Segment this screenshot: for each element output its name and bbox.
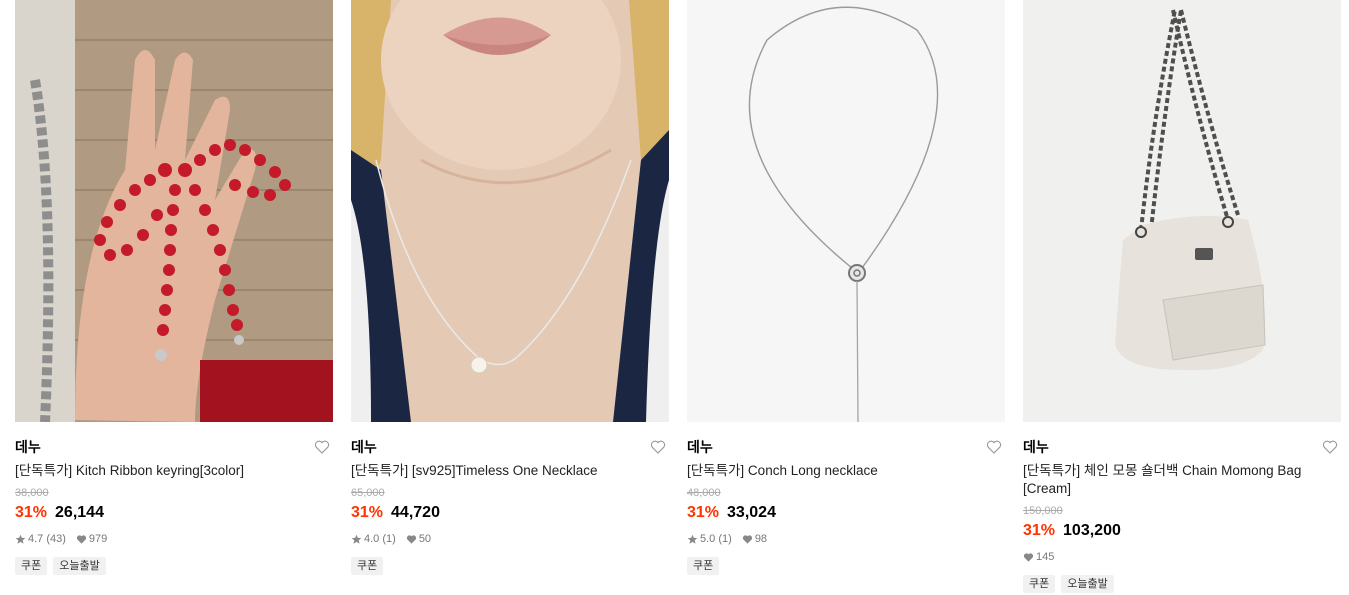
coupon-tag: 쿠폰 bbox=[15, 557, 48, 575]
like-count-heart-icon bbox=[406, 534, 417, 545]
sale-price: 103,200 bbox=[1063, 522, 1121, 539]
price-row: 31% 44,720 bbox=[351, 503, 669, 523]
product-card[interactable]: 데누 [단독특가] Kitch Ribbon keyring[3color] 3… bbox=[15, 0, 333, 575]
like-count-heart-icon bbox=[76, 534, 87, 545]
product-name[interactable]: [단독특가] Conch Long necklace bbox=[687, 462, 1005, 480]
rating-value: 4.7 bbox=[28, 533, 44, 545]
discount-rate: 31% bbox=[15, 504, 48, 521]
product-stats: 4.0 (1) 50 bbox=[351, 532, 669, 546]
brand-name[interactable]: 데누 bbox=[15, 439, 41, 455]
product-image[interactable] bbox=[1023, 0, 1341, 422]
review-count: (1) bbox=[382, 533, 396, 545]
product-stats: 4.7 (43) 979 bbox=[15, 532, 333, 546]
red-bead-ribbon-keyring-photo bbox=[15, 0, 333, 422]
coupon-tag: 쿠폰 bbox=[687, 557, 720, 575]
brand-name[interactable]: 데누 bbox=[1023, 439, 1049, 455]
tag-list: 쿠폰 오늘출발 bbox=[15, 557, 333, 575]
price-row: 31% 103,200 bbox=[1023, 521, 1341, 541]
like-count: 50 bbox=[418, 533, 432, 545]
product-stats: 145 bbox=[1023, 550, 1341, 564]
original-price: 65,000 bbox=[351, 487, 385, 499]
product-card[interactable]: 데누 [단독특가] 체인 모몽 숄더백 Chain Momong Bag [Cr… bbox=[1023, 0, 1341, 593]
original-price: 38,000 bbox=[15, 487, 49, 499]
like-count: 98 bbox=[754, 533, 768, 545]
like-count-heart-icon bbox=[742, 534, 753, 545]
price-row: 31% 33,024 bbox=[687, 503, 1005, 523]
silver-long-necklace-photo bbox=[687, 0, 1005, 422]
brand-name[interactable]: 데누 bbox=[351, 439, 377, 455]
review-count: (1) bbox=[718, 533, 732, 545]
cream-chain-shoulder-bag-photo bbox=[1023, 0, 1341, 422]
discount-rate: 31% bbox=[687, 504, 720, 521]
sale-price: 26,144 bbox=[55, 504, 104, 521]
rating-value: 5.0 bbox=[700, 533, 716, 545]
today-shipping-tag: 오늘출발 bbox=[1061, 575, 1114, 593]
product-name[interactable]: [단독특가] 체인 모몽 숄더백 Chain Momong Bag [Cream… bbox=[1023, 462, 1341, 498]
coupon-tag: 쿠폰 bbox=[351, 557, 384, 575]
product-image[interactable] bbox=[351, 0, 669, 422]
original-price: 150,000 bbox=[1023, 505, 1063, 517]
tag-list: 쿠폰 오늘출발 bbox=[1023, 575, 1341, 593]
heart-icon[interactable] bbox=[650, 439, 666, 455]
product-image[interactable] bbox=[15, 0, 333, 422]
discount-rate: 31% bbox=[351, 504, 384, 521]
product-name[interactable]: [단독특가] Kitch Ribbon keyring[3color] bbox=[15, 462, 333, 480]
rating-value: 4.0 bbox=[364, 533, 380, 545]
sale-price: 44,720 bbox=[391, 504, 440, 521]
review-count: (43) bbox=[46, 533, 66, 545]
coupon-tag: 쿠폰 bbox=[1023, 575, 1056, 593]
product-card[interactable]: 데누 [단독특가] [sv925]Timeless One Necklace 6… bbox=[351, 0, 669, 575]
like-count-heart-icon bbox=[1023, 552, 1034, 563]
brand-name[interactable]: 데누 bbox=[687, 439, 713, 455]
product-grid: 데누 [단독특가] Kitch Ribbon keyring[3color] 3… bbox=[0, 0, 1349, 595]
price-row: 31% 26,144 bbox=[15, 503, 333, 523]
tag-list: 쿠폰 bbox=[687, 557, 1005, 575]
tag-list: 쿠폰 bbox=[351, 557, 669, 575]
product-name[interactable]: [단독특가] [sv925]Timeless One Necklace bbox=[351, 462, 669, 480]
discount-rate: 31% bbox=[1023, 522, 1056, 539]
product-stats: 5.0 (1) 98 bbox=[687, 532, 1005, 546]
heart-icon[interactable] bbox=[986, 439, 1002, 455]
like-count: 145 bbox=[1036, 551, 1055, 563]
heart-icon[interactable] bbox=[314, 439, 330, 455]
star-icon bbox=[351, 534, 362, 545]
heart-icon[interactable] bbox=[1322, 439, 1338, 455]
pearl-necklace-model-photo bbox=[351, 0, 669, 422]
like-count: 979 bbox=[88, 533, 108, 545]
star-icon bbox=[15, 534, 26, 545]
sale-price: 33,024 bbox=[727, 504, 776, 521]
product-card[interactable]: 데누 [단독특가] Conch Long necklace 48,000 31%… bbox=[687, 0, 1005, 575]
product-image[interactable] bbox=[687, 0, 1005, 422]
star-icon bbox=[687, 534, 698, 545]
today-shipping-tag: 오늘출발 bbox=[53, 557, 106, 575]
original-price: 48,000 bbox=[687, 487, 721, 499]
